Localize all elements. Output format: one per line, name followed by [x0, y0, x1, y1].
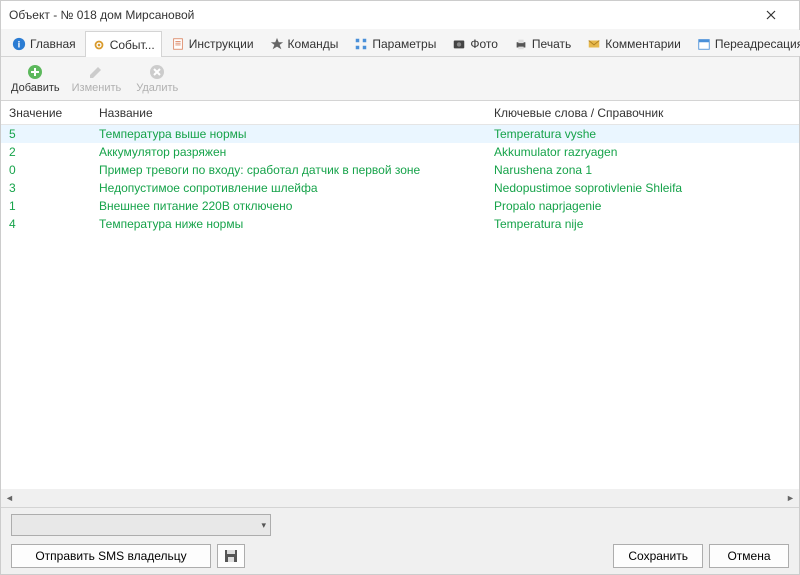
cell-value: 4 — [9, 217, 99, 231]
cell-value: 0 — [9, 163, 99, 177]
button-row: Отправить SMS владельцу Сохранить Отмена — [11, 544, 789, 568]
tab-8[interactable]: Переадресация — [690, 30, 800, 56]
tab-label: Событ... — [110, 38, 155, 52]
scroll-left-icon[interactable]: ◄ — [1, 490, 18, 507]
tab-label: Команды — [288, 37, 339, 51]
tab-2[interactable]: Инструкции — [164, 30, 261, 56]
cell-name: Температура ниже нормы — [99, 217, 494, 231]
doc-icon — [171, 37, 185, 51]
tab-label: Переадресация — [715, 37, 800, 51]
cell-name: Пример тревоги по входу: сработал датчик… — [99, 163, 494, 177]
scroll-track[interactable] — [18, 490, 782, 507]
grid-icon — [354, 37, 368, 51]
save-button[interactable]: Сохранить — [613, 544, 703, 568]
pencil-icon — [87, 63, 105, 81]
cell-keywords: Narushena zona 1 — [494, 163, 791, 177]
save-disk-button[interactable] — [217, 544, 245, 568]
send-sms-button[interactable]: Отправить SMS владельцу — [11, 544, 211, 568]
cell-value: 5 — [9, 127, 99, 141]
cell-keywords: Akkumulator razryagen — [494, 145, 791, 159]
table-row[interactable]: 4Температура ниже нормыTemperatura nije — [1, 215, 799, 233]
close-icon — [766, 10, 776, 20]
table-row[interactable]: 2Аккумулятор разряженAkkumulator razryag… — [1, 143, 799, 161]
envelope-icon — [587, 37, 601, 51]
tab-label: Инструкции — [189, 37, 254, 51]
info-icon: i — [12, 37, 26, 51]
event-table: Значение Название Ключевые слова / Справ… — [1, 101, 799, 507]
tab-0[interactable]: i Главная — [5, 30, 83, 56]
floppy-icon — [224, 549, 238, 563]
horizontal-scrollbar[interactable]: ◄ ► — [1, 489, 799, 507]
tab-3[interactable]: Команды — [263, 30, 346, 56]
cell-keywords: Temperatura nije — [494, 217, 791, 231]
cell-name: Недопустимое сопротивление шлейфа — [99, 181, 494, 195]
tab-label: Главная — [30, 37, 76, 51]
table-body: 5Температура выше нормыTemperatura vyshe… — [1, 125, 799, 489]
tab-5[interactable]: Фото — [445, 30, 505, 56]
header-keywords[interactable]: Ключевые слова / Справочник — [494, 106, 791, 120]
cell-value: 2 — [9, 145, 99, 159]
header-value[interactable]: Значение — [9, 106, 99, 120]
calendar-icon — [697, 37, 711, 51]
titlebar: Объект - № 018 дом Мирсановой — [1, 1, 799, 29]
bottom-pane: ▾ Отправить SMS владельцу Сохранить Отме… — [1, 507, 799, 574]
toolbar: Добавить Изменить Удалить — [1, 57, 799, 101]
dropdown[interactable]: ▾ — [11, 514, 271, 536]
cell-value: 3 — [9, 181, 99, 195]
table-row[interactable]: 0Пример тревоги по входу: сработал датчи… — [1, 161, 799, 179]
delete-icon — [148, 63, 166, 81]
svg-text:i: i — [18, 39, 21, 50]
tab-label: Параметры — [372, 37, 436, 51]
tab-bar: i Главная Событ... Инструкции Команды Парамет… — [1, 29, 799, 57]
cell-keywords: Propalo naprjagenie — [494, 199, 791, 213]
add-label: Добавить — [11, 82, 60, 94]
cell-keywords: Nedopustimoe soprotivlenie Shleifa — [494, 181, 791, 195]
edit-label: Изменить — [72, 82, 122, 94]
gear-icon — [92, 38, 106, 52]
plus-icon — [26, 63, 44, 81]
tab-label: Комментарии — [605, 37, 681, 51]
tab-label: Фото — [470, 37, 498, 51]
star-icon — [270, 37, 284, 51]
tab-6[interactable]: Печать — [507, 30, 578, 56]
cell-name: Внешнее питание 220В отключено — [99, 199, 494, 213]
edit-button[interactable]: Изменить — [72, 63, 122, 94]
cell-name: Аккумулятор разряжен — [99, 145, 494, 159]
cancel-button[interactable]: Отмена — [709, 544, 789, 568]
tab-7[interactable]: Комментарии — [580, 30, 688, 56]
add-button[interactable]: Добавить — [11, 63, 60, 94]
table-row[interactable]: 3Недопустимое сопротивление шлейфаNedopu… — [1, 179, 799, 197]
chevron-down-icon: ▾ — [261, 520, 266, 531]
scroll-right-icon[interactable]: ► — [782, 490, 799, 507]
cell-name: Температура выше нормы — [99, 127, 494, 141]
cell-value: 1 — [9, 199, 99, 213]
printer-icon — [514, 37, 528, 51]
delete-button[interactable]: Удалить — [133, 63, 181, 94]
tab-1[interactable]: Событ... — [85, 31, 162, 57]
table-row[interactable]: 1Внешнее питание 220В отключеноPropalo n… — [1, 197, 799, 215]
header-name[interactable]: Название — [99, 106, 494, 120]
tab-label: Печать — [532, 37, 571, 51]
close-button[interactable] — [751, 1, 791, 29]
tab-4[interactable]: Параметры — [347, 30, 443, 56]
delete-label: Удалить — [136, 82, 178, 94]
table-header: Значение Название Ключевые слова / Справ… — [1, 101, 799, 125]
window-title: Объект - № 018 дом Мирсановой — [9, 8, 751, 22]
cell-keywords: Temperatura vyshe — [494, 127, 791, 141]
camera-icon — [452, 37, 466, 51]
table-row[interactable]: 5Температура выше нормыTemperatura vyshe — [1, 125, 799, 143]
